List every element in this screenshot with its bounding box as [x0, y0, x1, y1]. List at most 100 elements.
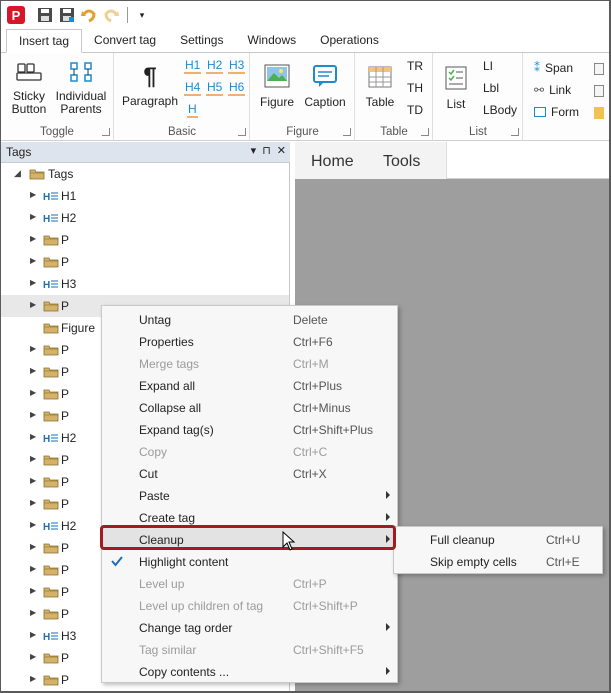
- expand-arrow-icon[interactable]: ▶: [30, 388, 40, 398]
- tree-row[interactable]: ▶ H H3: [1, 273, 289, 295]
- menu-item-label: Merge tags: [139, 357, 200, 371]
- h3-button[interactable]: H3: [228, 59, 246, 74]
- expand-arrow-icon[interactable]: ▶: [30, 432, 40, 442]
- group-label-basic: Basic: [167, 126, 197, 138]
- menu-item-expand-tag-s[interactable]: Expand tag(s) Ctrl+Shift+Plus: [102, 418, 399, 440]
- caption-label: Caption: [304, 95, 346, 109]
- figure-button[interactable]: Figure: [257, 63, 297, 109]
- expand-arrow-icon[interactable]: ▶: [30, 586, 40, 596]
- li-button[interactable]: LI: [483, 59, 493, 73]
- expand-arrow-icon[interactable]: ▶: [30, 410, 40, 420]
- tree-row[interactable]: ▶ H H2: [1, 207, 289, 229]
- lbody-button[interactable]: LBody: [483, 103, 517, 117]
- expand-arrow-icon[interactable]: ▶: [30, 366, 40, 376]
- table-group-launcher-icon[interactable]: [421, 128, 429, 136]
- ribbon-group-table: Table TR TH TD Table: [356, 53, 433, 141]
- figure-group-launcher-icon[interactable]: [343, 128, 351, 136]
- collapse-arrow-icon[interactable]: ◢: [14, 168, 24, 178]
- menu-item-change-tag-order[interactable]: Change tag order: [102, 616, 399, 638]
- app-logo-icon[interactable]: P: [7, 6, 25, 24]
- expand-arrow-icon[interactable]: ▶: [30, 190, 40, 200]
- menu-item-properties[interactable]: Properties Ctrl+F6: [102, 330, 399, 352]
- paragraph-button[interactable]: ¶ Paragraph: [121, 65, 179, 108]
- list-group-launcher-icon[interactable]: [511, 128, 519, 136]
- list-button[interactable]: List: [440, 65, 472, 111]
- individual-parents-button[interactable]: Individual Parents: [53, 61, 109, 116]
- expand-arrow-icon[interactable]: ▶: [30, 498, 40, 508]
- span-button[interactable]: ⁑ Span: [534, 61, 573, 75]
- submenu-item-skip-empty-cells[interactable]: Skip empty cells Ctrl+E: [394, 550, 604, 572]
- tr-button[interactable]: TR: [407, 59, 423, 73]
- tab-settings[interactable]: Settings: [168, 28, 235, 52]
- menu-item-cleanup[interactable]: Cleanup: [102, 528, 399, 550]
- menu-item-copy-contents[interactable]: Copy contents ...: [102, 660, 399, 682]
- h2-button[interactable]: H2: [206, 59, 224, 74]
- menu-item-level-up-children-of-tag: Level up children of tag Ctrl+Shift+P: [102, 594, 399, 616]
- nav-home[interactable]: Home: [311, 153, 354, 171]
- tree-root[interactable]: ◢ Tags: [1, 163, 289, 185]
- h1-button[interactable]: H1: [184, 59, 202, 74]
- expand-arrow-icon[interactable]: ▶: [30, 278, 40, 288]
- expand-arrow-icon[interactable]: ▶: [30, 476, 40, 486]
- expand-arrow-icon[interactable]: ▶: [30, 564, 40, 574]
- group-label-toggle: Toggle: [40, 126, 74, 138]
- tab-windows[interactable]: Windows: [235, 28, 308, 52]
- h-button[interactable]: H: [187, 103, 198, 118]
- table-button[interactable]: Table: [362, 65, 398, 109]
- menu-item-collapse-all[interactable]: Collapse all Ctrl+Minus: [102, 396, 399, 418]
- expand-arrow-icon[interactable]: ▶: [30, 542, 40, 552]
- tab-insert-tag[interactable]: Insert tag: [6, 29, 83, 53]
- expand-arrow-icon[interactable]: ▶: [30, 256, 40, 266]
- menu-item-cut[interactable]: Cut Ctrl+X: [102, 462, 399, 484]
- redo-icon[interactable]: [101, 5, 121, 25]
- expand-arrow-icon[interactable]: ▶: [30, 300, 40, 310]
- th-button[interactable]: TH: [407, 81, 423, 95]
- td-button[interactable]: TD: [407, 103, 423, 117]
- h5-button[interactable]: H5: [206, 81, 224, 96]
- expand-arrow-icon[interactable]: ▶: [30, 608, 40, 618]
- ribbon-group-list: List LI Lbl LBody List: [434, 53, 523, 141]
- expand-arrow-icon[interactable]: ▶: [30, 344, 40, 354]
- panel-close-icon[interactable]: ✕: [277, 144, 286, 157]
- submenu-item-full-cleanup[interactable]: Full cleanup Ctrl+U: [394, 528, 604, 550]
- lbl-button[interactable]: Lbl: [483, 81, 499, 95]
- basic-group-launcher-icon[interactable]: [238, 128, 246, 136]
- tree-row[interactable]: ▶ P: [1, 229, 289, 251]
- expand-arrow-icon[interactable]: ▶: [30, 454, 40, 464]
- tag-folder-icon: [43, 322, 59, 334]
- menu-item-highlight-content[interactable]: Highlight content: [102, 550, 399, 572]
- document-nav-bar: Home Tools: [295, 142, 609, 179]
- customize-toolbar-icon[interactable]: ▾: [132, 5, 152, 25]
- tab-convert-tag[interactable]: Convert tag: [82, 28, 168, 52]
- panel-dropdown-icon[interactable]: ▾: [251, 144, 257, 157]
- menu-item-create-tag[interactable]: Create tag: [102, 506, 399, 528]
- menu-item-untag[interactable]: Untag Delete: [102, 308, 399, 330]
- panel-pin-icon[interactable]: ⊓: [262, 144, 271, 157]
- caption-button[interactable]: Caption: [301, 63, 349, 109]
- expand-arrow-icon[interactable]: ▶: [30, 652, 40, 662]
- undo-icon[interactable]: [79, 5, 99, 25]
- expand-arrow-icon[interactable]: ▶: [30, 630, 40, 640]
- expand-arrow-icon[interactable]: ▶: [30, 212, 40, 222]
- tree-row[interactable]: ▶ P: [1, 251, 289, 273]
- expand-arrow-icon[interactable]: ▶: [30, 674, 40, 684]
- nav-tools[interactable]: Tools: [383, 153, 420, 171]
- overflow-icon-2: [594, 85, 604, 97]
- expand-arrow-icon[interactable]: ▶: [30, 234, 40, 244]
- menu-item-shortcut: Ctrl+F6: [293, 335, 333, 349]
- save-icon[interactable]: [35, 5, 55, 25]
- context-menu: Untag Delete Properties Ctrl+F6 Merge tags Ct…: [101, 305, 399, 683]
- menu-item-paste[interactable]: Paste: [102, 484, 399, 506]
- save-as-icon[interactable]: [57, 5, 77, 25]
- tag-folder-icon: [43, 410, 59, 422]
- h4-button[interactable]: H4: [184, 81, 202, 96]
- toggle-group-launcher-icon[interactable]: [102, 128, 110, 136]
- sticky-button[interactable]: Sticky Button: [9, 61, 49, 116]
- h6-button[interactable]: H6: [228, 81, 246, 96]
- tab-operations[interactable]: Operations: [308, 28, 391, 52]
- tree-row[interactable]: ▶ H H1: [1, 185, 289, 207]
- link-button[interactable]: ⚯ Link: [534, 83, 571, 97]
- form-button[interactable]: Form: [534, 105, 579, 119]
- expand-arrow-icon[interactable]: ▶: [30, 520, 40, 530]
- menu-item-expand-all[interactable]: Expand all Ctrl+Plus: [102, 374, 399, 396]
